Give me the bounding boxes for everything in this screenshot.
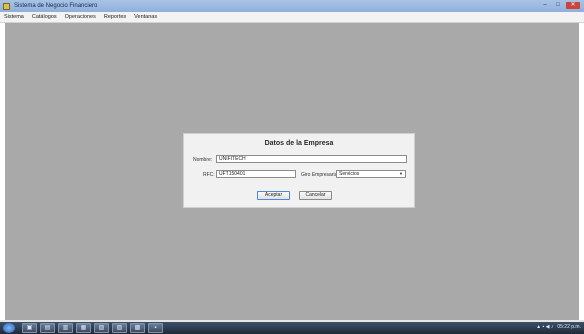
minimize-button[interactable]: – [540, 2, 550, 9]
tray-icons[interactable]: ▲ ▪ ◀ ♪ [536, 324, 553, 330]
menu-item-catalogos[interactable]: Catálogos [28, 14, 61, 20]
app-icon: ▤ [44, 325, 51, 331]
app-icon: ▩ [134, 325, 141, 331]
taskbar-item[interactable]: ▨ [112, 323, 127, 333]
taskbar-item[interactable]: ▦ [76, 323, 91, 333]
taskbar-item[interactable]: ▥ [58, 323, 73, 333]
app-icon: ▥ [62, 325, 69, 331]
window-title: Sistema de Negocio Financiero [14, 3, 98, 9]
taskbar-item[interactable]: ▣ [22, 323, 37, 333]
company-data-dialog: Datos de la Empresa Nombre: UNIFITECH RF… [183, 133, 415, 208]
nombre-label: Nombre: [193, 157, 213, 163]
taskbar-item[interactable]: ▩ [130, 323, 145, 333]
cancelar-button[interactable]: Cancelar [299, 191, 332, 200]
taskbar-item[interactable]: ▪ [148, 323, 163, 333]
app-icon: ▣ [26, 325, 33, 331]
taskbar-item[interactable]: ▧ [94, 323, 109, 333]
rfc-label: RFC: [203, 172, 215, 178]
menu-bar: Sistema Catálogos Operaciones Reportes V… [0, 12, 584, 23]
app-icon [3, 2, 10, 10]
app-icon: ▪ [154, 325, 157, 331]
rfc-input[interactable]: UFT150401 [216, 170, 296, 178]
menu-item-operaciones[interactable]: Operaciones [61, 14, 100, 20]
maximize-button[interactable]: □ [553, 2, 563, 9]
menu-item-reportes[interactable]: Reportes [100, 14, 130, 20]
nombre-input[interactable]: UNIFITECH [216, 155, 407, 163]
dialog-title: Datos de la Empresa [264, 140, 334, 147]
giro-selected-value: Servicios [339, 171, 360, 177]
giro-select[interactable]: Servicios ▼ [336, 170, 406, 178]
start-button[interactable] [3, 323, 15, 333]
clock[interactable]: 05:22 p.m. [557, 324, 581, 330]
menu-item-ventanas[interactable]: Ventanas [130, 14, 161, 20]
system-tray: ▲ ▪ ◀ ♪ 05:22 p.m. [536, 324, 581, 330]
window-controls: – □ ✕ [540, 2, 580, 9]
title-bar: Sistema de Negocio Financiero – □ ✕ [0, 0, 584, 12]
aceptar-button[interactable]: Aceptar [257, 191, 290, 200]
app-icon: ▧ [98, 325, 105, 331]
giro-label: Giro Empresarial: [301, 172, 340, 178]
chevron-down-icon: ▼ [399, 171, 403, 176]
taskbar: ▣ ▤ ▥ ▦ ▧ ▨ ▩ ▪ ▲ ▪ ◀ ♪ 05:22 p.m. [0, 322, 584, 334]
close-button[interactable]: ✕ [566, 2, 580, 9]
app-icon: ▨ [116, 325, 123, 331]
menu-item-sistema[interactable]: Sistema [0, 14, 28, 20]
app-icon: ▦ [80, 325, 87, 331]
taskbar-item[interactable]: ▤ [40, 323, 55, 333]
